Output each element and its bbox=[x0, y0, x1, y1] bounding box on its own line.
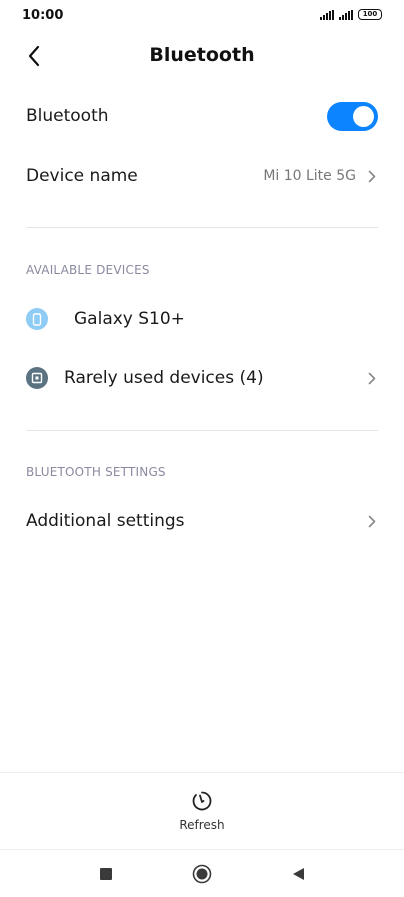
device-name-row[interactable]: Device name Mi 10 Lite 5G bbox=[0, 148, 404, 204]
refresh-button[interactable]: Refresh bbox=[179, 790, 225, 832]
status-bar: 10:00 100 bbox=[0, 0, 404, 32]
triangle-back-icon bbox=[292, 867, 304, 880]
bluetooth-settings-screen: 10:00 100 Bluetooth Bluetooth Device nam… bbox=[0, 0, 404, 897]
chevron-right-icon bbox=[366, 514, 378, 528]
battery-icon: 100 bbox=[358, 9, 382, 20]
signal-icon bbox=[320, 9, 334, 20]
header: Bluetooth bbox=[0, 32, 404, 80]
back-nav-button[interactable] bbox=[286, 862, 310, 886]
recents-button[interactable] bbox=[94, 862, 118, 886]
home-button[interactable] bbox=[190, 862, 214, 886]
chevron-right-icon bbox=[366, 169, 378, 183]
rarely-used-devices-row[interactable]: Rarely used devices (4) bbox=[0, 350, 404, 406]
circle-icon bbox=[192, 864, 212, 883]
battery-level: 100 bbox=[362, 10, 378, 18]
phone-icon bbox=[26, 308, 48, 330]
additional-settings-label: Additional settings bbox=[26, 511, 185, 531]
refresh-icon bbox=[192, 791, 212, 811]
divider bbox=[26, 430, 378, 431]
status-time: 10:00 bbox=[22, 8, 64, 23]
divider bbox=[26, 227, 378, 228]
bluetooth-toggle-label: Bluetooth bbox=[26, 106, 109, 126]
bluetooth-toggle[interactable] bbox=[327, 101, 378, 131]
device-item-galaxy-s10[interactable]: Galaxy S10+ bbox=[0, 291, 404, 347]
status-icons: 100 bbox=[320, 9, 382, 20]
toggle-knob bbox=[353, 105, 374, 127]
rarely-used-devices-label: Rarely used devices (4) bbox=[64, 368, 264, 388]
page-title: Bluetooth bbox=[149, 44, 255, 66]
navigation-bar bbox=[0, 849, 404, 897]
device-name-label: Device name bbox=[26, 166, 138, 186]
refresh-label: Refresh bbox=[179, 818, 225, 832]
bluetooth-toggle-row[interactable]: Bluetooth bbox=[0, 88, 404, 144]
device-item-label: Galaxy S10+ bbox=[74, 309, 185, 329]
device-name-value: Mi 10 Lite 5G bbox=[263, 168, 356, 184]
bluetooth-settings-header: BLUETOOTH SETTINGS bbox=[26, 465, 166, 479]
chevron-right-icon bbox=[366, 371, 378, 385]
square-icon bbox=[100, 867, 112, 880]
device-box-icon bbox=[26, 367, 48, 389]
bottom-action-bar: Refresh bbox=[0, 772, 404, 849]
available-devices-header: AVAILABLE DEVICES bbox=[26, 263, 150, 277]
additional-settings-row[interactable]: Additional settings bbox=[0, 493, 404, 549]
signal-icon bbox=[339, 9, 353, 20]
